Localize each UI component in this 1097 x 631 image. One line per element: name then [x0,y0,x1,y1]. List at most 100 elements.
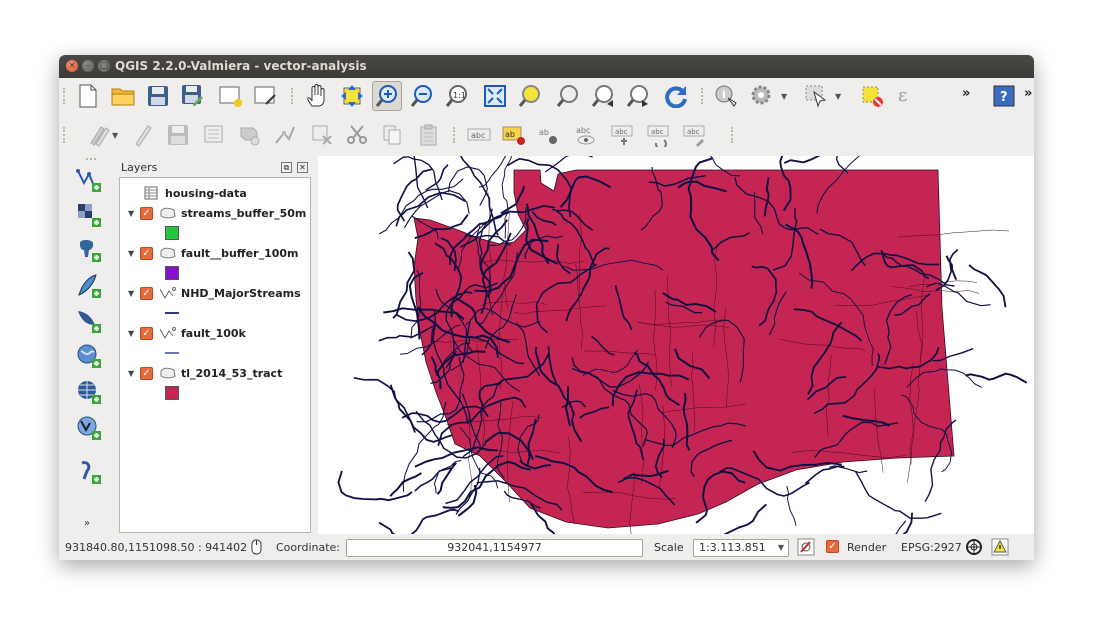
toolbar-expand-icon[interactable]: » [84,518,90,529]
copy-features-button[interactable] [377,120,407,150]
zoom-to-selection-button[interactable] [515,81,545,111]
add-mssql-layer-button[interactable] [74,306,104,336]
move-feature-button[interactable] [235,120,265,150]
maximize-window-button[interactable]: □ [98,60,110,72]
collapse-arrow-icon[interactable]: ▼ [128,369,140,378]
layer-symbol-swatch[interactable] [165,266,179,280]
open-project-button[interactable] [108,81,138,111]
add-postgis-layer-button[interactable] [74,235,104,265]
close-panel-button[interactable]: ✕ [297,162,308,173]
close-window-button[interactable]: × [66,60,78,72]
node-tool-button[interactable] [270,120,300,150]
toggle-extents-button[interactable] [247,538,265,556]
layer-symbol-swatch[interactable] [165,352,179,354]
layer-visibility-checkbox[interactable]: ✓ [140,366,153,380]
collapse-arrow-icon[interactable]: ▼ [128,329,140,338]
toolbar-grip[interactable] [63,127,68,143]
toggle-editing-button[interactable] [128,120,158,150]
layer-visibility-checkbox[interactable]: ✓ [140,206,153,220]
collapse-arrow-icon[interactable]: ▼ [128,289,140,298]
collapse-arrow-icon[interactable]: ▼ [128,249,140,258]
toolbar-grip[interactable] [731,127,736,143]
toolbar-grip[interactable] [453,127,458,143]
pin-labels-button[interactable]: ab [534,120,564,150]
add-spatialite-layer-button[interactable] [74,271,104,301]
zoom-full-button[interactable] [480,81,510,111]
refresh-button[interactable] [661,81,691,111]
toolbar-overflow-button[interactable]: » [962,86,970,101]
scale-select[interactable]: 1:3.113.851 ▼ [693,539,789,557]
layer-visibility-checkbox[interactable]: ✓ [140,246,153,260]
coordinate-input[interactable]: 932041,1154977 [346,539,643,557]
move-label-button[interactable]: abc [608,120,638,150]
delete-selected-button[interactable] [307,120,337,150]
zoom-in-button[interactable] [372,81,402,111]
show-hide-labels-button[interactable]: abc [571,120,601,150]
chevron-down-icon[interactable]: ▼ [112,131,118,140]
add-vector-layer-button[interactable] [74,165,104,195]
layer-item[interactable]: ▼ ✓ fault__buffer_100m [128,244,299,262]
layer-symbol-swatch[interactable] [165,312,179,314]
zoom-actual-size-button[interactable]: 1:1 [442,81,472,111]
layer-item[interactable]: ▼ ✓ streams_buffer_50m [128,204,306,222]
toolbar-grip[interactable] [701,88,706,104]
save-as-button[interactable] [178,81,208,111]
zoom-next-button[interactable] [623,81,653,111]
crs-button[interactable] [965,538,983,556]
add-wfs-layer-button[interactable] [74,413,104,443]
zoom-last-button[interactable] [588,81,618,111]
toolbar-overflow-button[interactable]: » [1024,86,1032,101]
layer-symbol-swatch[interactable] [165,386,179,400]
cut-features-button[interactable] [342,120,372,150]
toolbar-grip[interactable] [291,88,296,104]
change-label-button[interactable]: abc [680,120,710,150]
map-render[interactable] [318,156,1034,534]
help-button[interactable]: ? [989,81,1019,111]
save-project-button[interactable] [143,81,173,111]
highlight-pinned-labels-button[interactable]: ab [499,120,529,150]
layer-item[interactable]: ▼ ✓ NHD_MajorStreams [128,284,301,302]
render-checkbox[interactable]: ✓ [826,540,839,553]
add-feature-button[interactable] [200,120,230,150]
select-features-button[interactable] [801,81,831,111]
map-canvas[interactable] [318,156,1034,534]
layer-visibility-checkbox[interactable]: ✓ [140,286,153,300]
layer-labeling-options-button[interactable]: abc [464,120,494,150]
layer-visibility-checkbox[interactable]: ✓ [140,326,153,340]
composer-manager-button[interactable] [251,81,281,111]
add-delimited-text-layer-button[interactable] [74,457,104,487]
add-wms-layer-button[interactable] [74,341,104,371]
collapse-arrow-icon[interactable]: ▼ [128,209,140,218]
layer-item[interactable]: ▼ ✓ tl_2014_53_tract [128,364,282,382]
new-project-button[interactable] [73,81,103,111]
rotate-label-button[interactable]: abc [644,120,674,150]
save-edits-icon [168,125,188,145]
layer-group[interactable]: housing-data [126,184,247,202]
messages-button[interactable] [991,538,1009,556]
identify-features-button[interactable]: i [711,81,741,111]
paste-features-button[interactable] [414,120,444,150]
chevron-down-icon[interactable]: ▼ [835,92,841,101]
stop-render-button[interactable] [797,538,815,556]
pan-map-button[interactable] [302,81,332,111]
layer-symbol-swatch[interactable] [165,226,179,240]
minimize-window-button[interactable]: – [82,60,94,72]
run-feature-action-button[interactable] [747,81,777,111]
toolbar-grip[interactable] [63,88,68,104]
current-edits-button[interactable] [84,120,114,150]
main-toolbar: 1:1 i ▼ ▼ ε » ? » [59,78,1034,114]
measure-button[interactable]: ε [891,81,921,111]
crs-status[interactable]: EPSG:2927 [901,541,962,554]
toolbar-grip[interactable] [86,158,96,162]
zoom-out-button[interactable] [407,81,437,111]
layer-item[interactable]: ▼ ✓ fault_100k [128,324,246,342]
zoom-to-layer-button[interactable] [553,81,583,111]
new-print-composer-button[interactable] [216,81,246,111]
add-raster-layer-button[interactable] [74,200,104,230]
float-panel-button[interactable]: ⧉ [281,162,292,173]
save-layer-edits-button[interactable] [163,120,193,150]
pan-to-selection-button[interactable] [337,81,367,111]
deselect-features-button[interactable] [857,81,887,111]
chevron-down-icon[interactable]: ▼ [781,92,787,101]
add-wcs-layer-button[interactable] [74,377,104,407]
